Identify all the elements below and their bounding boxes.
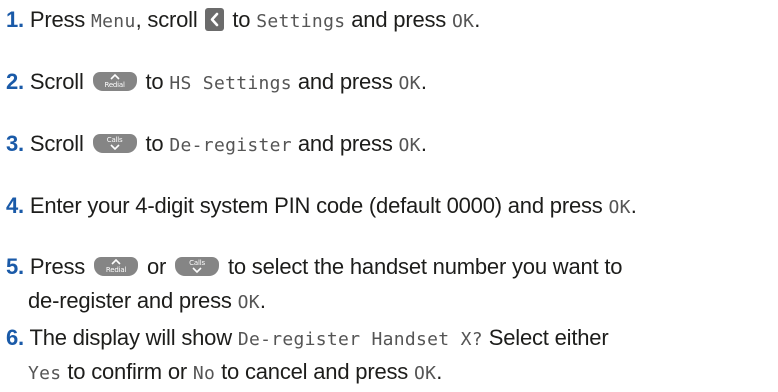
step-text: to [226, 7, 257, 32]
step-6: 6. The display will show De-register Han… [6, 320, 776, 358]
display-text-ok: OK [398, 73, 421, 94]
calls-down-key-icon: Calls [175, 256, 220, 276]
step-text: and press [291, 131, 399, 156]
step-3: 3. Scroll Calls to De-register and press… [6, 126, 776, 164]
display-text-no: No [192, 363, 216, 384]
step-text: Enter your 4-digit system PIN code (defa… [29, 193, 609, 218]
display-text-hs-settings: HS Settings [169, 73, 292, 94]
step-text: The display will show [29, 325, 238, 350]
step-text: Press [29, 7, 92, 32]
step-number: 5. [6, 254, 24, 279]
step-number: 3. [6, 131, 24, 156]
step-number: 2. [6, 69, 24, 94]
display-text-ok: OK [608, 197, 631, 218]
step-2: 2. Scroll Redial to HS Settings and pres… [6, 64, 776, 102]
display-text-de-register-handset: De-register Handset X? [237, 329, 483, 350]
step-5-continuation: de-register and press OK. [28, 283, 778, 321]
step-text: and press [345, 7, 452, 32]
step-text: Select either [482, 325, 609, 350]
display-text-settings: Settings [256, 11, 346, 32]
display-text-ok: OK [237, 292, 260, 313]
calls-down-key-icon: Calls [92, 133, 137, 153]
step-text: to cancel and press [215, 359, 414, 384]
step-text: . [420, 131, 427, 156]
step-text: to confirm or [61, 359, 193, 384]
step-number: 4. [6, 193, 24, 218]
step-text: and press [291, 69, 399, 94]
step-text: or [141, 254, 173, 279]
redial-up-key-icon: Redial [94, 256, 139, 276]
step-5: 5. Press Redial or Calls to select the h… [6, 249, 776, 285]
step-text: . [474, 7, 481, 32]
step-1: 1. Press Menu, scroll to Settings and pr… [6, 2, 776, 40]
display-text-menu: Menu [91, 11, 136, 32]
step-text: . [630, 193, 637, 218]
step-4: 4. Enter your 4-digit system PIN code (d… [6, 188, 776, 226]
step-text: . [436, 359, 443, 384]
key-caption: Calls [189, 258, 205, 267]
display-text-ok: OK [398, 135, 421, 156]
step-text: Scroll [29, 131, 90, 156]
key-caption: Redial [105, 265, 127, 274]
chevron-left-key-icon [205, 7, 225, 31]
redial-up-key-icon: Redial [92, 71, 137, 91]
step-text: de-register and press [28, 288, 238, 313]
key-caption: Redial [104, 80, 125, 89]
step-text: to [139, 131, 170, 156]
step-number: 1. [6, 7, 24, 32]
step-number: 6. [6, 325, 24, 350]
step-text: . [259, 288, 266, 313]
step-6-continuation: Yes to confirm or No to cancel and press… [28, 354, 778, 392]
display-text-ok: OK [414, 363, 437, 384]
step-text: , scroll [135, 7, 204, 32]
step-text: Scroll [29, 69, 90, 94]
step-text: . [420, 69, 427, 94]
step-text: to select the handset number you want to [222, 254, 623, 279]
step-text: to [139, 69, 170, 94]
step-text: Press [29, 254, 92, 279]
key-caption: Calls [106, 135, 123, 144]
display-text-de-register: De-register [169, 135, 292, 156]
display-text-ok: OK [452, 11, 475, 32]
display-text-yes: Yes [28, 363, 62, 384]
